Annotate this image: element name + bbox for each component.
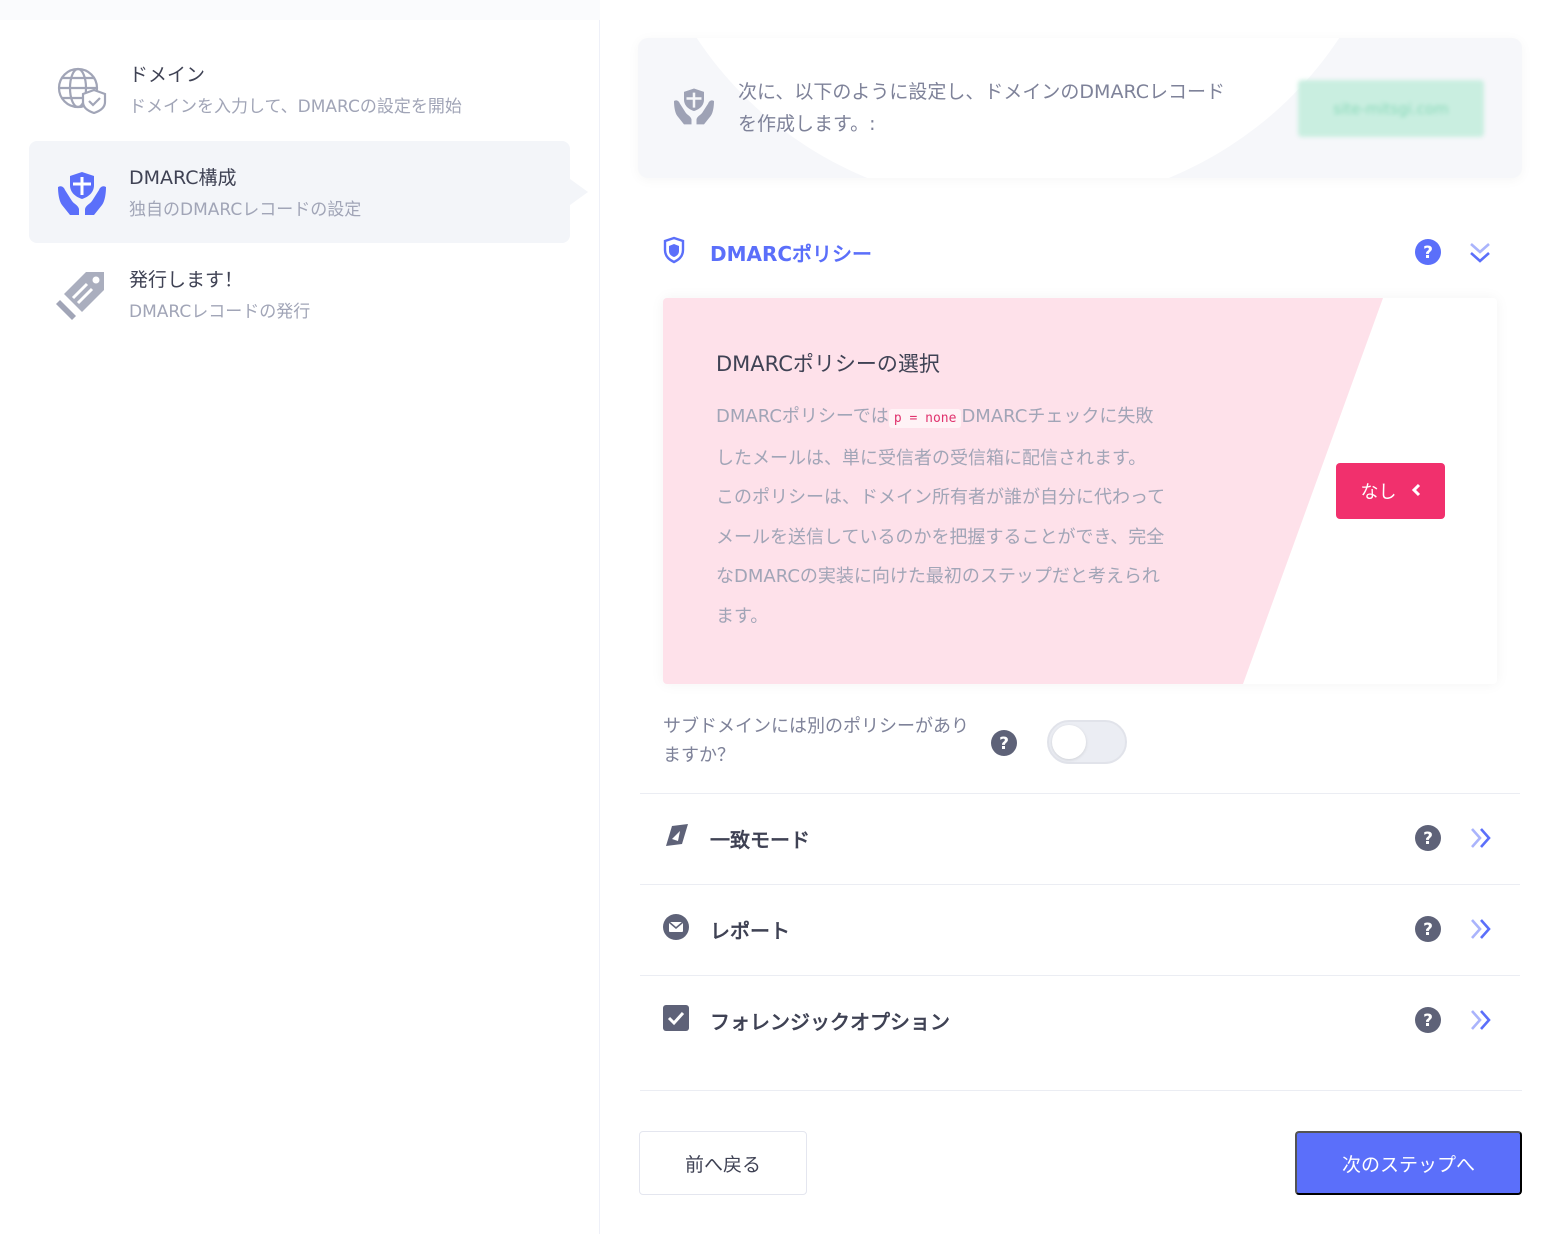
step-domain[interactable]: ドメイン ドメインを入力して、DMARCの設定を開始 [29, 38, 570, 140]
policy-option-card: DMARCポリシーの選択 DMARCポリシーでは p = none DMARCチェッ… [663, 298, 1497, 684]
help-icon[interactable]: ? [1414, 1006, 1442, 1038]
envelope-icon [662, 913, 690, 945]
step-subtitle: DMARCレコードの発行 [129, 302, 311, 322]
step-subtitle: 独自のDMARCレコードの設定 [129, 200, 362, 220]
help-icon[interactable]: ? [1414, 824, 1442, 856]
next-step-button[interactable]: 次のステップへ [1295, 1131, 1522, 1195]
svg-text:?: ? [999, 734, 1009, 754]
chevron-double-down-icon[interactable] [1468, 240, 1492, 270]
svg-text:?: ? [1423, 243, 1433, 263]
domain-badge: site-mitsgi.com [1298, 80, 1484, 137]
policy-none-button[interactable]: なし [1336, 463, 1445, 519]
section-reports-header[interactable]: レポート ? [640, 885, 1520, 975]
policy-code: p = none [888, 409, 962, 428]
toggle-knob [1052, 725, 1086, 759]
help-icon[interactable]: ? [1414, 238, 1442, 270]
instruction-notice: 次に、以下のように設定し、ドメインのDMARCレコードを作成します。: site… [638, 38, 1522, 178]
section-title: 一致モード [710, 828, 810, 852]
help-icon[interactable]: ? [990, 729, 1018, 761]
policy-title: DMARCポリシーの選択 [716, 352, 940, 376]
section-title: レポート [710, 919, 790, 943]
svg-text:?: ? [1423, 1011, 1433, 1031]
step-title: 発行します！ [129, 269, 244, 291]
globe-shield-icon [55, 63, 109, 117]
policy-none-label: なし [1360, 482, 1397, 503]
step-title: DMARC構成 [129, 167, 237, 189]
chevron-left-icon [1411, 481, 1421, 502]
section-title: フォレンジックオプション [710, 1010, 950, 1034]
policy-desc-before: DMARCポリシーでは [716, 406, 889, 427]
chevron-double-right-icon[interactable] [1468, 826, 1494, 854]
section-title: DMARCポリシー [710, 242, 873, 266]
main-panel: 次に、以下のように設定し、ドメインのDMARCレコードを作成します。: site… [600, 0, 1561, 1234]
footer-divider [640, 1090, 1522, 1091]
step-publish[interactable]: 発行します！ DMARCレコードの発行 [29, 243, 570, 345]
back-button[interactable]: 前へ戻る [639, 1131, 807, 1195]
compass-icon [662, 822, 690, 854]
subdomain-policy-toggle[interactable] [1047, 720, 1127, 764]
hands-shield-icon [672, 86, 716, 130]
section-dmarc-policy-header[interactable]: DMARCポリシー ? [640, 208, 1520, 298]
hands-shield-icon [55, 166, 109, 220]
svg-text:?: ? [1423, 829, 1433, 849]
step-dmarc-config[interactable]: DMARC構成 独自のDMARCレコードの設定 [29, 141, 588, 243]
notice-text: 次に、以下のように設定し、ドメインのDMARCレコードを作成します。: [738, 81, 1225, 135]
step-subtitle: ドメインを入力して、DMARCの設定を開始 [129, 97, 462, 117]
subdomain-question: サブドメインには別のポリシーがありますか？ [663, 716, 969, 766]
section-alignment-header[interactable]: 一致モード ? [640, 794, 1520, 884]
checkbox-icon [662, 1004, 690, 1036]
help-icon[interactable]: ? [1414, 915, 1442, 947]
publish-tag-icon [55, 268, 109, 322]
chevron-double-right-icon[interactable] [1468, 1008, 1494, 1036]
section-forensic-header[interactable]: フォレンジックオプション ? [640, 976, 1520, 1066]
policy-desc-after: DMARCチェックに失敗したメールは、単に受信者の受信箱に配信されます。 このポ… [716, 406, 1166, 627]
sidebar-top-bar [0, 0, 600, 20]
step-title: ドメイン [129, 64, 206, 86]
shield-icon [662, 236, 686, 268]
svg-text:?: ? [1423, 920, 1433, 940]
chevron-double-right-icon[interactable] [1468, 917, 1494, 945]
policy-description: DMARCポリシーでは p = none DMARCチェックに失敗したメールは、単に… [716, 397, 1166, 636]
wizard-sidebar: ドメイン ドメインを入力して、DMARCの設定を開始 DMARC構成 独自のDM… [0, 0, 600, 1234]
